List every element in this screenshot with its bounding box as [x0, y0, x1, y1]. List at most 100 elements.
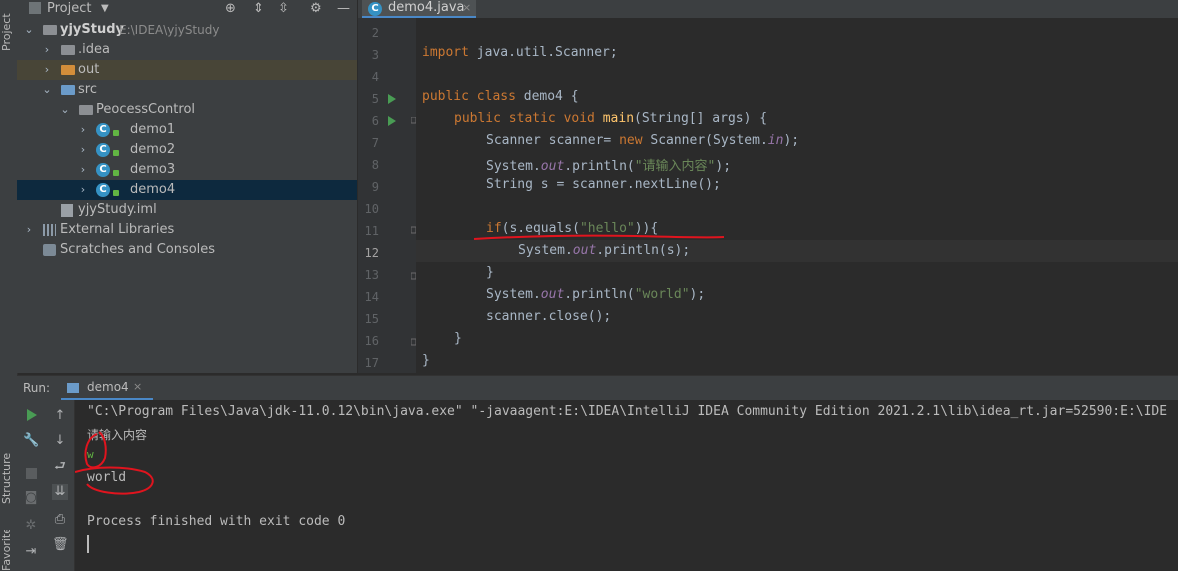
chevron-right-icon[interactable]: › — [77, 160, 89, 180]
lock-icon — [113, 130, 119, 136]
expand-all-icon[interactable]: ⇕ — [253, 0, 264, 17]
tab-run-demo4[interactable]: demo4 × — [61, 376, 153, 401]
tree-item-external-libraries[interactable]: › External Libraries — [17, 220, 357, 240]
stop-icon[interactable] — [26, 468, 37, 479]
chevron-right-icon[interactable]: › — [41, 60, 53, 80]
red-circle-annotation — [75, 431, 154, 495]
project-side-tab[interactable]: Project — [0, 2, 17, 62]
run-main-icon[interactable] — [387, 115, 397, 127]
exit-icon[interactable]: ⇥ — [23, 544, 39, 560]
code-line-3: import java.util.Scanner; — [422, 45, 618, 60]
gear-icon[interactable]: ⚙ — [310, 0, 322, 17]
run-toolbar-left: 🔧 ◙ ✲ ⇥ — [17, 400, 46, 571]
code-line-12: System.out.println(s); — [518, 243, 691, 258]
scroll-to-end-icon[interactable]: ⇊ — [52, 484, 68, 500]
minimize-icon[interactable]: — — [337, 0, 350, 17]
tree-item-demo1[interactable]: › C demo1 — [17, 120, 357, 140]
java-class-icon: C — [96, 123, 110, 137]
chevron-right-icon[interactable]: › — [77, 140, 89, 160]
project-panel-title[interactable]: Project — [47, 0, 91, 17]
code-line-16: } — [454, 331, 462, 346]
tab-demo4-java[interactable]: C demo4.java × — [362, 0, 476, 18]
collapse-all-icon[interactable]: ⇳ — [278, 0, 289, 17]
tree-item-label: demo4 — [130, 182, 176, 197]
text-cursor — [87, 535, 89, 553]
line-number: 3 — [371, 48, 379, 62]
tree-item-path: E:\IDEA\yjyStudy — [119, 23, 220, 37]
close-icon[interactable]: × — [133, 376, 142, 398]
tree-item-peocesscontrol[interactable]: ⌄ PeocessControl — [17, 100, 357, 120]
code-line-15: scanner.close(); — [486, 309, 612, 324]
tree-item-label: out — [78, 62, 100, 77]
tree-item-label: demo3 — [130, 162, 176, 177]
scratches-icon — [43, 244, 56, 256]
module-folder-icon — [43, 25, 57, 35]
arrow-down-icon[interactable]: ↓ — [52, 433, 68, 449]
close-icon[interactable]: × — [462, 0, 471, 16]
tree-item-demo4[interactable]: › C demo4 — [17, 180, 357, 200]
tree-item-out[interactable]: › out — [17, 60, 357, 80]
run-label: Run: — [23, 381, 51, 395]
tree-item-idea[interactable]: › .idea — [17, 40, 357, 60]
run-toolbar-right: ↑ ↓ ⮐ ⇊ ⎙ 🗑 — [46, 400, 75, 571]
structure-side-tab[interactable]: Structure — [0, 448, 17, 508]
settings-icon[interactable]: ✲ — [23, 518, 39, 534]
tree-item-demo2[interactable]: › C demo2 — [17, 140, 357, 160]
lock-icon — [113, 170, 119, 176]
tree-item-label: .idea — [78, 42, 110, 57]
console-command-line: "C:\Program Files\Java\jdk-11.0.12\bin\j… — [87, 404, 1168, 419]
tree-item-demo3[interactable]: › C demo3 — [17, 160, 357, 180]
chevron-down-icon[interactable]: ⌄ — [59, 100, 71, 120]
line-number: 16 — [364, 334, 379, 348]
wrench-icon[interactable]: 🔧 — [23, 433, 39, 449]
line-number: 12 — [364, 246, 379, 260]
line-number: 2 — [371, 26, 379, 40]
code-line-8: System.out.println("请输入内容"); — [486, 159, 732, 174]
chevron-down-icon[interactable]: ⌄ — [23, 20, 35, 40]
print-icon[interactable]: ⎙ — [52, 512, 68, 528]
line-number: 9 — [371, 180, 379, 194]
left-tool-strip: Project Structure Favorites — [0, 0, 18, 571]
soft-wrap-icon[interactable]: ⮐ — [52, 459, 68, 475]
tree-item-label: yjyStudy.iml — [78, 202, 157, 217]
console-exit-line: Process finished with exit code 0 — [87, 514, 346, 529]
console-output[interactable]: "C:\Program Files\Java\jdk-11.0.12\bin\j… — [75, 400, 1178, 571]
trash-icon[interactable]: 🗑 — [52, 537, 69, 553]
rerun-icon[interactable] — [26, 408, 38, 422]
chevron-right-icon[interactable]: › — [41, 40, 53, 60]
code-line-6: public static void main(String[] args) { — [454, 111, 768, 126]
line-number: 7 — [371, 136, 379, 150]
tree-item-src[interactable]: ⌄ src — [17, 80, 357, 100]
code-line-7: Scanner scanner= new Scanner(System.in); — [486, 133, 800, 148]
camera-icon[interactable]: ◙ — [23, 490, 39, 506]
tree-item-yjystudy[interactable]: ⌄ yjyStudy E:\IDEA\yjyStudy — [17, 20, 357, 40]
tree-item-label: demo1 — [130, 122, 176, 137]
arrow-up-icon[interactable]: ↑ — [52, 408, 68, 424]
lock-icon — [113, 190, 119, 196]
run-panel-header: Run: demo4 × — [17, 375, 1178, 401]
editor-gutter: 2 3 4 5 6 7 8 9 10 11 12 13 14 15 16 17 — [358, 18, 416, 373]
tab-label: demo4.java — [388, 0, 465, 15]
locate-icon[interactable]: ⊕ — [225, 0, 236, 17]
tree-item-scratches[interactable]: Scratches and Consoles — [17, 240, 357, 260]
folder-icon — [61, 45, 75, 55]
code-line-5: public class demo4 { — [422, 89, 579, 104]
folder-icon — [61, 65, 75, 75]
editor-tab-bar: C demo4.java × — [358, 0, 1178, 18]
tree-item-label: External Libraries — [60, 222, 175, 237]
chevron-down-icon[interactable]: ▼ — [101, 0, 109, 17]
tree-item-iml[interactable]: yjyStudy.iml — [17, 200, 357, 220]
chevron-down-icon[interactable]: ⌄ — [41, 80, 53, 100]
code-editor[interactable]: import java.util.Scanner; public class d… — [416, 18, 1178, 373]
chevron-right-icon[interactable]: › — [77, 120, 89, 140]
run-class-icon[interactable] — [387, 93, 397, 105]
line-number: 5 — [371, 92, 379, 106]
tree-item-label: Scratches and Consoles — [60, 242, 216, 257]
line-number: 14 — [364, 290, 379, 304]
line-number: 17 — [364, 356, 379, 370]
chevron-right-icon[interactable]: › — [77, 180, 89, 200]
favorites-side-tab[interactable]: Favorites — [0, 530, 17, 571]
line-number: 11 — [364, 224, 379, 238]
code-line-14: System.out.println("world"); — [486, 287, 706, 302]
chevron-right-icon[interactable]: › — [23, 220, 35, 240]
